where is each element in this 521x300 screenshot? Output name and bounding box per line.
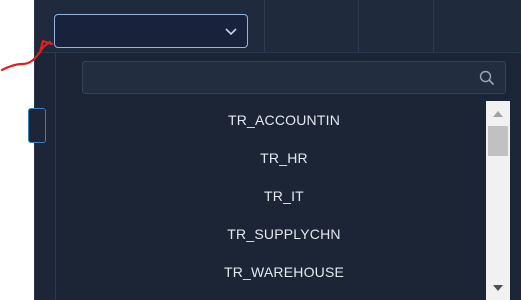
option-item[interactable]: TR_ACCOUNTIN (82, 101, 486, 139)
red-annotation-arrow (0, 39, 54, 72)
option-item[interactable]: TR_SUPPLYCHN (82, 215, 486, 253)
scroll-up-arrow-icon[interactable] (486, 103, 510, 123)
vertical-scrollbar[interactable] (486, 101, 510, 300)
column-divider (264, 0, 265, 52)
dropdown-search-input[interactable] (82, 61, 506, 94)
search-icon (479, 70, 495, 86)
option-item[interactable]: TR_WAREHOUSE (82, 253, 486, 291)
scroll-thumb[interactable] (488, 126, 508, 156)
option-item[interactable]: TR_HR (82, 139, 486, 177)
column-divider (358, 0, 359, 52)
chevron-down-icon (225, 28, 237, 36)
scroll-down-arrow-icon[interactable] (486, 278, 510, 298)
partial-input-field[interactable] (28, 108, 46, 143)
option-item[interactable]: TR_IT (82, 177, 486, 215)
column-divider (433, 0, 434, 52)
option-list: TR_ACCOUNTIN TR_HR TR_IT TR_SUPPLYCHN TR… (82, 101, 486, 291)
dropdown-panel: TR_ACCOUNTIN TR_HR TR_IT TR_SUPPLYCHN TR… (55, 53, 511, 300)
select-dropdown[interactable] (54, 14, 248, 48)
